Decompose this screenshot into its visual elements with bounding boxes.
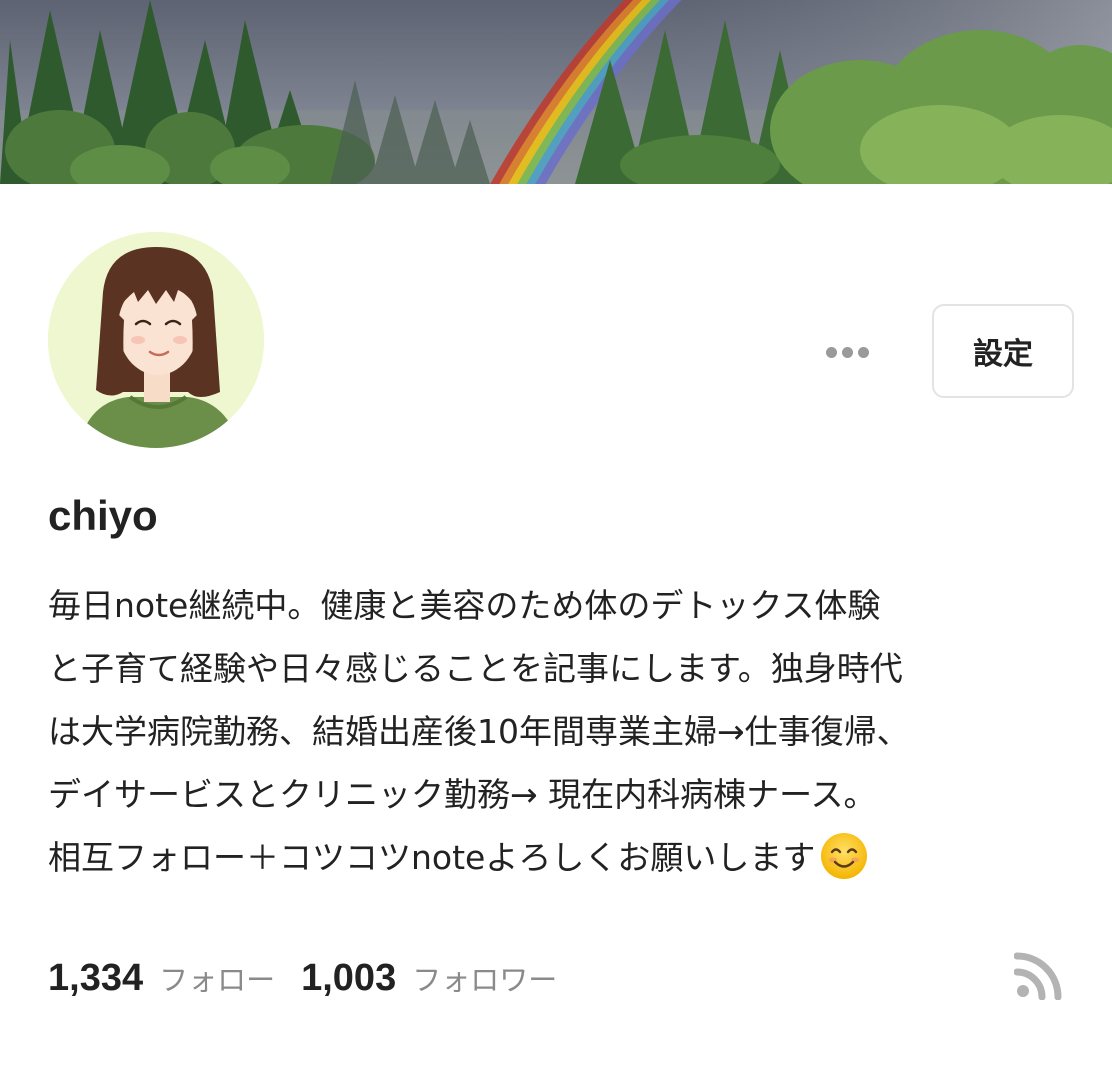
following-label: フォロー (159, 962, 276, 997)
more-options-button[interactable] (812, 330, 882, 374)
profile-bio: 毎日note継続中。健康と美容のため体のデトックス体験 と子育て経験や日々感じる… (48, 574, 1088, 889)
followers-label: フォロワー (412, 962, 558, 997)
bio-line: と子育て経験や日々感じることを記事にします。独身時代 (48, 649, 903, 688)
bio-line-last: 相互フォロー＋コツコツnoteよろしくお願いします (48, 826, 1088, 889)
following-count: 1,334 (48, 956, 144, 999)
bio-line: は大学病院勤務、結婚出産後10年間専業主婦→仕事復帰、 (48, 712, 910, 751)
profile-page: 設定 chiyo 毎日note継続中。健康と美容のため体のデトックス体験 と子育… (0, 0, 1112, 1081)
followers-count: 1,003 (301, 956, 397, 999)
header-image (0, 0, 1112, 184)
more-icon-dot (841, 346, 853, 358)
settings-button[interactable]: 設定 (932, 304, 1074, 398)
avatar[interactable] (48, 232, 264, 448)
following-link[interactable]: 1,334 フォロー (48, 957, 275, 1000)
profile-name: chiyo (48, 492, 158, 539)
followers-link[interactable]: 1,003 フォロワー (301, 957, 557, 1000)
rss-feed-icon[interactable] (1013, 948, 1066, 1001)
bio-line: 毎日note継続中。健康と美容のため体のデトックス体験 (48, 586, 881, 625)
bio-line-text: 相互フォロー＋コツコツnoteよろしくお願いします (48, 838, 816, 877)
more-horizontal-icon (825, 346, 837, 358)
more-icon-dot (857, 346, 869, 358)
profile-stats: 1,334 フォロー 1,003 フォロワー (48, 948, 557, 1008)
bio-line: デイサービスとクリニック勤務→ 現在内科病棟ナース。 (48, 775, 877, 814)
smiling-face-emoji (819, 831, 869, 881)
